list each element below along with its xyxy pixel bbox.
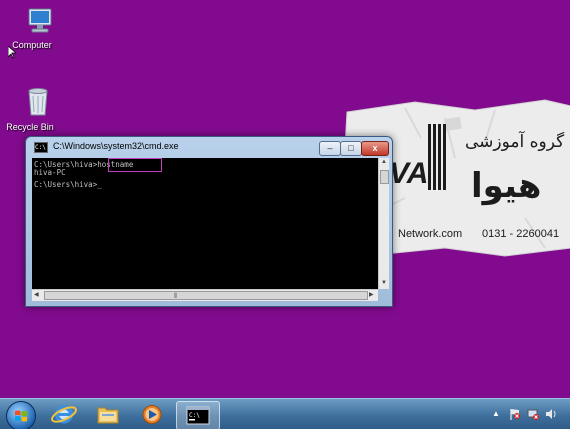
taskbar-internet-explorer[interactable] xyxy=(46,401,82,428)
command-highlight-box xyxy=(108,158,162,172)
network-icon[interactable] xyxy=(526,407,540,421)
scroll-up-icon[interactable]: ▲ xyxy=(381,159,387,165)
svg-text:C:\: C:\ xyxy=(189,412,200,419)
media-player-icon xyxy=(142,405,162,424)
windows-logo-icon xyxy=(15,410,27,422)
horizontal-scroll-thumb[interactable]: ⦀ xyxy=(44,291,368,300)
minimize-button[interactable]: – xyxy=(319,141,341,156)
desktop: Computer Recycle Bin VA گروه آموزشی هیوا… xyxy=(0,0,570,429)
logo-fragment: VA xyxy=(389,157,428,190)
desktop-icon-recycle-bin[interactable]: Recycle Bin xyxy=(0,86,60,132)
desktop-icon-recycle-bin-label: Recycle Bin xyxy=(6,122,54,132)
scroll-left-icon[interactable]: ◀ xyxy=(34,291,39,298)
desktop-icon-computer[interactable]: Computer xyxy=(2,6,62,50)
poster-website: Network.com xyxy=(398,228,463,240)
volume-icon[interactable] xyxy=(544,407,558,421)
flag-icon[interactable] xyxy=(508,407,522,421)
console-line: C:\Users\hiva>_ xyxy=(34,180,102,189)
poster-brand: هیوا xyxy=(471,166,542,206)
cmd-window-icon: C:\ xyxy=(34,142,48,153)
poster-title: گروه آموزشی xyxy=(465,132,565,152)
command-prompt-icon: C:\ xyxy=(186,406,210,425)
taskbar-command-prompt[interactable]: C:\ xyxy=(176,401,220,429)
taskbar-windows-explorer[interactable] xyxy=(90,401,126,428)
scroll-grip-icon: ⦀ xyxy=(174,293,178,300)
console-line: hiva-PC xyxy=(34,168,66,177)
computer-icon xyxy=(28,8,51,33)
vertical-scrollbar[interactable]: ▲ ▼ xyxy=(378,158,389,289)
folder-icon xyxy=(97,407,119,424)
taskbar-media-player[interactable] xyxy=(134,401,170,428)
scroll-down-icon[interactable]: ▼ xyxy=(381,280,387,286)
show-hidden-icons-arrow[interactable]: ▲ xyxy=(492,409,500,418)
recycle-bin-icon xyxy=(27,88,48,116)
poster-phone: 0131 - 2260041 xyxy=(482,228,560,240)
mouse-pointer-icon xyxy=(7,45,18,64)
console-output[interactable]: C:\Users\hiva>hostname hiva-PC C:\Users\… xyxy=(32,158,378,289)
scroll-right-icon[interactable]: ▶ xyxy=(369,291,374,298)
taskbar: C:\ ▲ xyxy=(0,398,570,429)
vertical-scroll-thumb[interactable] xyxy=(380,170,389,184)
internet-explorer-icon xyxy=(51,405,77,424)
close-button[interactable]: x xyxy=(361,141,389,156)
horizontal-scrollbar[interactable]: ◀ ⦀ ▶ xyxy=(32,289,378,301)
cmd-window[interactable]: C:\ C:\Windows\system32\cmd.exe – □ x C:… xyxy=(25,136,393,307)
maximize-button[interactable]: □ xyxy=(340,141,362,156)
window-titlebar[interactable]: C:\ C:\Windows\system32\cmd.exe – □ x xyxy=(26,137,392,157)
start-button[interactable] xyxy=(6,401,36,429)
window-title: C:\Windows\system32\cmd.exe xyxy=(53,141,179,151)
